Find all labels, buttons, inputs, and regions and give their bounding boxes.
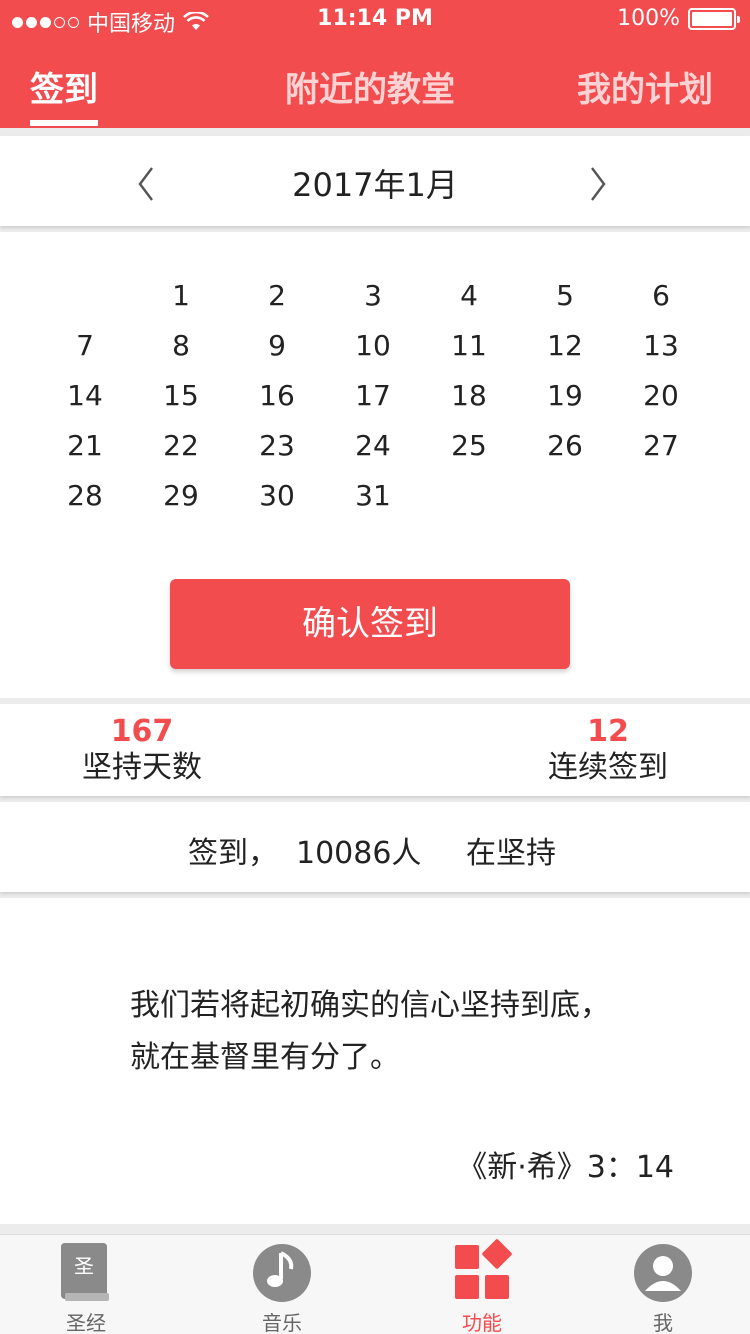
tab-my-plans[interactable]: 我的计划	[577, 62, 713, 111]
calendar-day-16[interactable]: 16	[229, 378, 325, 428]
nav-label-bible: 圣经	[66, 1311, 106, 1334]
total-days-stat: 167 坚持天数	[80, 714, 204, 786]
battery-percent: 100%	[617, 6, 680, 31]
streak-stat: 12 连续签到	[544, 714, 672, 786]
streak-label: 连续签到	[548, 750, 668, 785]
calendar-day-22[interactable]: 22	[133, 428, 229, 478]
calendar-day-27[interactable]: 27	[613, 428, 709, 478]
verse-card: 我们若将起初确实的信心坚持到底， 就在基督里有分了。 《新·希》3：14	[0, 898, 750, 1224]
bible-icon: 圣	[61, 1243, 109, 1301]
calendar-day-4[interactable]: 4	[421, 278, 517, 328]
verse-line-1: 我们若将起初确实的信心坚持到底，	[130, 988, 610, 1023]
calendar-day-30[interactable]: 30	[229, 478, 325, 528]
summary-prefix: 签到，	[188, 836, 278, 871]
tab-nearby-churches[interactable]: 附近的教堂	[285, 62, 455, 111]
nav-label-functions: 功能	[462, 1311, 502, 1334]
nav-item-profile[interactable]: 我	[603, 1239, 723, 1334]
month-title: 2017年1月	[292, 166, 458, 204]
calendar-day-10[interactable]: 10	[325, 328, 421, 378]
calendar-day-26[interactable]: 26	[517, 428, 613, 478]
calendar-day-15[interactable]: 15	[133, 378, 229, 428]
calendar-day-9[interactable]: 9	[229, 328, 325, 378]
tab-checkin[interactable]: 签到	[30, 62, 98, 111]
calendar-day-21[interactable]: 21	[37, 428, 133, 478]
top-tabs: 签到 附近的教堂 我的计划	[0, 60, 750, 128]
app-header: 中国移动 11:14 PM 100% 签到 附近的教堂 我的计划	[0, 0, 750, 128]
nav-item-music[interactable]: 音乐	[222, 1239, 342, 1334]
calendar-day-31[interactable]: 31	[325, 478, 421, 528]
stats-panel: 167 坚持天数 12 连续签到	[0, 704, 750, 796]
calendar-day-20[interactable]: 20	[613, 378, 709, 428]
calendar-day-11[interactable]: 11	[421, 328, 517, 378]
calendar-day-28[interactable]: 28	[37, 478, 133, 528]
battery-group: 100%	[617, 6, 740, 31]
music-icon	[253, 1244, 311, 1302]
calendar-blank-cell	[37, 278, 133, 328]
month-selector: 2017年1月	[0, 136, 750, 226]
calendar-day-24[interactable]: 24	[325, 428, 421, 478]
calendar-day-13[interactable]: 13	[613, 328, 709, 378]
calendar-day-29[interactable]: 29	[133, 478, 229, 528]
calendar-grid: 1 2 3 4 5 6 7 8 9 10 11 12 13 14 15 16 17 18 19 20 21 22 23 24 2…	[37, 278, 709, 528]
calendar-day-17[interactable]: 17	[325, 378, 421, 428]
calendar-day-7[interactable]: 7	[37, 328, 133, 378]
status-bar: 中国移动 11:14 PM 100%	[0, 0, 750, 40]
battery-icon	[688, 7, 740, 30]
verse-reference: 《新·希》3：14	[457, 1150, 674, 1185]
streak-value: 12	[587, 714, 629, 749]
confirm-checkin-button[interactable]: 确认签到	[170, 579, 570, 669]
verse-line-2: 就在基督里有分了。	[130, 1040, 400, 1075]
nav-label-profile: 我	[653, 1311, 673, 1334]
chevron-right-icon	[591, 167, 606, 201]
checkin-summary: 签到， 10086人 在坚持	[0, 802, 750, 892]
summary-suffix: 在坚持	[466, 836, 556, 871]
calendar-day-5[interactable]: 5	[517, 278, 613, 328]
profile-icon	[634, 1244, 692, 1302]
calendar-day-25[interactable]: 25	[421, 428, 517, 478]
bible-icon-glyph: 圣	[74, 1254, 94, 1278]
calendar-day-1[interactable]: 1	[133, 278, 229, 328]
nav-item-functions[interactable]: 功能	[422, 1239, 542, 1334]
calendar-panel: 1 2 3 4 5 6 7 8 9 10 11 12 13 14 15 16 17 18 19 20 21 22 23 24 2…	[0, 232, 750, 698]
calendar-day-3[interactable]: 3	[325, 278, 421, 328]
next-month-button[interactable]	[584, 164, 612, 204]
active-tab-indicator	[30, 120, 98, 126]
calendar-day-2[interactable]: 2	[229, 278, 325, 328]
calendar-day-8[interactable]: 8	[133, 328, 229, 378]
functions-icon	[455, 1239, 512, 1299]
calendar-day-6[interactable]: 6	[613, 278, 709, 328]
nav-label-music: 音乐	[262, 1311, 302, 1334]
nav-item-bible[interactable]: 圣 圣经	[26, 1239, 146, 1334]
total-days-label: 坚持天数	[82, 750, 202, 785]
calendar-day-12[interactable]: 12	[517, 328, 613, 378]
bottom-navigation: 圣 圣经 音乐 功能 我	[0, 1234, 750, 1334]
total-days-value: 167	[110, 714, 174, 749]
calendar-day-18[interactable]: 18	[421, 378, 517, 428]
calendar-day-14[interactable]: 14	[37, 378, 133, 428]
calendar-day-19[interactable]: 19	[517, 378, 613, 428]
summary-count: 10086人	[296, 836, 422, 871]
calendar-day-23[interactable]: 23	[229, 428, 325, 478]
